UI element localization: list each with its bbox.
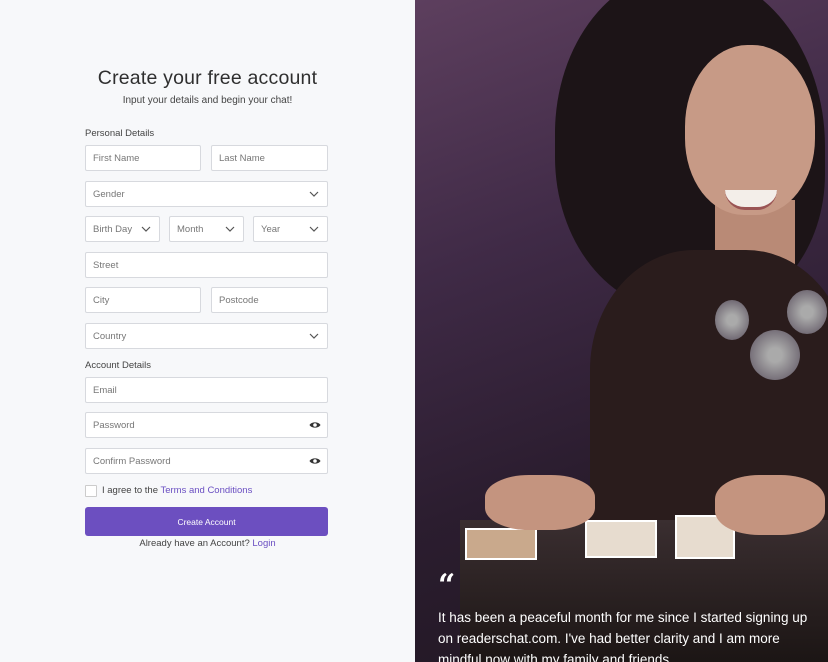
necklace-pendant (715, 300, 749, 340)
necklace-pendant (787, 290, 827, 334)
necklace-pendant (750, 330, 800, 380)
tarot-card (465, 528, 537, 560)
city-placeholder: City (93, 294, 110, 306)
signup-panel: Create your free account Input your deta… (0, 0, 415, 662)
month-placeholder: Month (177, 223, 204, 235)
personal-details-label: Personal Details (85, 128, 155, 139)
password-placeholder: Password (93, 419, 135, 431)
account-details-label: Account Details (85, 360, 152, 371)
gender-placeholder: Gender (93, 188, 125, 200)
hero-image-panel (415, 0, 828, 662)
last-name-input[interactable]: Last Name (211, 145, 328, 171)
first-name-placeholder: First Name (93, 152, 140, 164)
last-name-placeholder: Last Name (219, 152, 265, 164)
chevron-down-icon (309, 333, 319, 339)
email-input[interactable]: Email (85, 377, 328, 403)
tarot-card (585, 520, 657, 558)
quote-icon: “ (438, 568, 456, 603)
hero-photo-hand (715, 475, 825, 535)
page-subtitle: Input your details and begin your chat! (122, 95, 293, 106)
chevron-down-icon (309, 191, 319, 197)
first-name-input[interactable]: First Name (85, 145, 201, 171)
postcode-input[interactable]: Postcode (211, 287, 328, 313)
confirm-password-input[interactable]: Confirm Password (85, 448, 328, 474)
birth-day-select[interactable]: Birth Day (85, 216, 160, 242)
login-prompt: Already have an Account? Login (0, 538, 415, 549)
create-account-button[interactable]: Create Account (85, 507, 328, 536)
email-placeholder: Email (93, 384, 117, 396)
street-placeholder: Street (93, 259, 119, 271)
street-input[interactable]: Street (85, 252, 328, 278)
testimonial-text: It has been a peaceful month for me sinc… (438, 610, 808, 662)
agree-text: I agree to the (102, 485, 158, 496)
terms-agreement: I agree to the Terms and Conditions (102, 485, 252, 496)
birth-day-placeholder: Birth Day (93, 223, 133, 235)
already-account-text: Already have an Account? (139, 538, 250, 549)
eye-icon[interactable] (309, 419, 321, 431)
terms-checkbox[interactable] (85, 485, 97, 497)
confirm-password-placeholder: Confirm Password (93, 455, 171, 467)
hero-photo-hand (485, 475, 595, 530)
country-placeholder: Country (93, 330, 127, 342)
country-select[interactable]: Country (85, 323, 328, 349)
password-input[interactable]: Password (85, 412, 328, 438)
login-link[interactable]: Login (252, 538, 275, 549)
chevron-down-icon (141, 226, 151, 232)
chevron-down-icon (225, 226, 235, 232)
gender-select[interactable]: Gender (85, 181, 328, 207)
terms-link[interactable]: Terms and Conditions (160, 485, 252, 496)
chevron-down-icon (309, 226, 319, 232)
page-title: Create your free account (97, 67, 318, 89)
year-placeholder: Year (261, 223, 281, 235)
city-input[interactable]: City (85, 287, 201, 313)
month-select[interactable]: Month (169, 216, 244, 242)
eye-icon[interactable] (309, 455, 321, 467)
postcode-placeholder: Postcode (219, 294, 259, 306)
year-select[interactable]: Year (253, 216, 328, 242)
